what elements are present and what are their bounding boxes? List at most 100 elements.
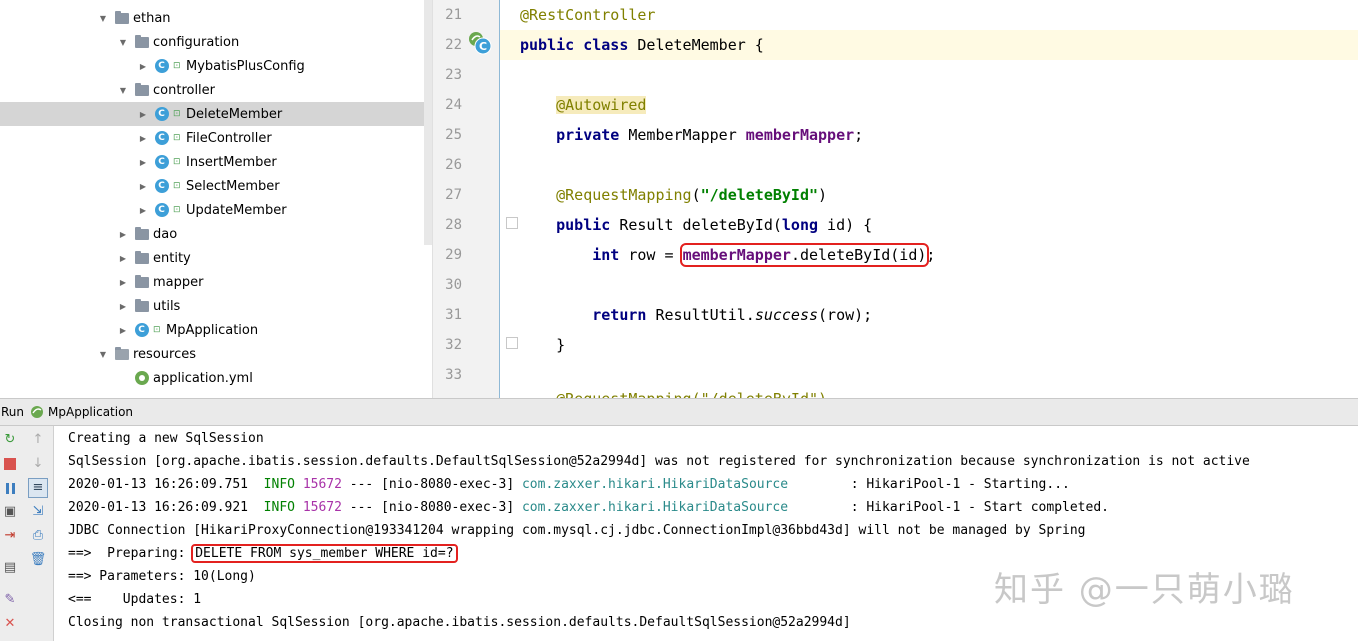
- line-number: 29: [445, 247, 462, 263]
- print-icon[interactable]: ⎙: [30, 528, 46, 544]
- console-line: ==> Preparing: DELETE FROM sys_member WH…: [68, 542, 458, 565]
- folder-icon: [114, 10, 129, 26]
- code-line-22: public class DeleteMember {: [500, 30, 1358, 60]
- soft-wrap-icon[interactable]: ≡: [28, 478, 48, 498]
- log-logger[interactable]: com.zaxxer.hikari.HikariDataSource: [522, 500, 835, 515]
- chevron-right-icon[interactable]: ▶: [138, 158, 148, 167]
- tree-item-configuration[interactable]: ▼ configuration: [0, 30, 432, 54]
- tree-item-controller[interactable]: ▼ controller: [0, 78, 432, 102]
- log-level: INFO: [263, 500, 295, 515]
- method-sig-end: id) {: [818, 216, 873, 234]
- tree-item-dao[interactable]: ▶ dao: [0, 222, 432, 246]
- console-line: ==> Parameters: 10(Long): [68, 569, 256, 584]
- tree-item-mapper[interactable]: ▶ mapper: [0, 270, 432, 294]
- class-badge: C: [154, 179, 169, 193]
- code-line-24: @Autowired: [500, 90, 1358, 120]
- console-line: 2020-01-13 16:26:09.921 INFO 15672 --- […: [68, 496, 1109, 519]
- chevron-down-icon[interactable]: ▼: [98, 350, 108, 359]
- tree-item-entity[interactable]: ▶ entity: [0, 246, 432, 270]
- keyword: int: [592, 246, 620, 264]
- spring-bean-class-icon[interactable]: C: [467, 30, 493, 56]
- chevron-right-icon[interactable]: ▶: [138, 182, 148, 191]
- type: MemberMapper: [619, 126, 746, 144]
- stop-icon[interactable]: [2, 456, 18, 472]
- chevron-right-icon[interactable]: ▶: [138, 134, 148, 143]
- chevron-right-icon[interactable]: ▶: [138, 110, 148, 119]
- class-decl: DeleteMember {: [628, 36, 764, 54]
- chevron-down-icon[interactable]: ▼: [98, 14, 108, 23]
- close-icon[interactable]: ✕: [2, 616, 18, 632]
- tree-item-label: MpApplication: [166, 322, 259, 338]
- chevron-right-icon[interactable]: ▶: [118, 302, 128, 311]
- console-line: JDBC Connection [HikariProxyConnection@1…: [68, 523, 1086, 538]
- line-number: 26: [445, 157, 462, 173]
- folder-icon: [134, 82, 149, 98]
- tree-item-resources[interactable]: ▼ resources: [0, 342, 432, 366]
- keyword: long: [781, 216, 819, 234]
- exit-icon[interactable]: ⇥: [2, 528, 18, 544]
- console-line: <== Updates: 1: [68, 592, 202, 607]
- tree-item-application-yml[interactable]: application.yml: [0, 366, 432, 390]
- tree-item-label: SelectMember: [186, 178, 280, 194]
- pin-icon[interactable]: ✎: [2, 592, 18, 608]
- run-tool-window-header: Run MpApplication: [0, 398, 1358, 426]
- java-class-icon: C: [154, 203, 169, 218]
- log-thread: --- [nio-8080-exec-3]: [341, 500, 522, 515]
- chevron-right-icon[interactable]: ▶: [118, 326, 128, 335]
- yaml-file-icon: [134, 371, 149, 386]
- access-lock-icon: ⊡: [173, 205, 181, 215]
- tree-item-label: configuration: [153, 34, 240, 50]
- scroll-down-icon[interactable]: ↓: [30, 456, 46, 472]
- scroll-to-end-icon[interactable]: ⇲: [30, 504, 46, 520]
- tree-item-label: mapper: [153, 274, 204, 290]
- pause-icon[interactable]: [2, 480, 18, 496]
- log-message: : HikariPool-1 - Start completed.: [835, 500, 1109, 515]
- line-number: 22: [445, 37, 462, 53]
- folder-shape: [114, 346, 129, 360]
- tree-item-ethan[interactable]: ▼ ethan: [0, 6, 432, 30]
- tree-item-mybatisplusconfig[interactable]: ▶ C ⊡ MybatisPlusConfig: [0, 54, 432, 78]
- chevron-down-icon[interactable]: ▼: [118, 86, 128, 95]
- paren: ): [818, 186, 828, 204]
- tree-scrollbar[interactable]: [424, 0, 432, 245]
- console-line: 2020-01-13 16:26:09.751 INFO 15672 --- […: [68, 473, 1070, 496]
- rerun-icon[interactable]: ↻: [2, 432, 18, 448]
- access-lock-icon: ⊡: [173, 157, 181, 167]
- class-badge: C: [154, 131, 169, 145]
- chevron-down-icon[interactable]: ▼: [118, 38, 128, 47]
- chevron-right-icon[interactable]: ▶: [138, 206, 148, 215]
- chevron-right-icon[interactable]: ▶: [118, 278, 128, 287]
- folder-shape: [134, 34, 149, 48]
- tree-item-insertmember[interactable]: ▶ C ⊡ InsertMember: [0, 150, 432, 174]
- chevron-right-icon[interactable]: ▶: [118, 230, 128, 239]
- watermark: 知乎 @一只萌小璐: [994, 570, 1295, 610]
- log-logger[interactable]: com.zaxxer.hikari.HikariDataSource: [522, 477, 835, 492]
- return-expr: ResultUtil.: [646, 306, 755, 324]
- tree-item-utils[interactable]: ▶ utils: [0, 294, 432, 318]
- camera-icon[interactable]: ▣: [2, 504, 18, 520]
- folder-icon: [114, 346, 129, 362]
- chevron-right-icon[interactable]: ▶: [118, 254, 128, 263]
- line-number: 33: [445, 367, 462, 383]
- clear-all-icon[interactable]: 🗑: [30, 552, 47, 568]
- tree-item-selectmember[interactable]: ▶ C ⊡ SelectMember: [0, 174, 432, 198]
- assignment: row =: [619, 246, 683, 264]
- run-config-name[interactable]: MpApplication: [48, 405, 133, 419]
- tree-item-label: InsertMember: [186, 154, 277, 170]
- code-line-29: int row = memberMapper.deleteById(id);: [500, 240, 1358, 270]
- tree-item-label: entity: [153, 250, 191, 266]
- layout-icon[interactable]: ▤: [2, 560, 18, 576]
- tree-item-updatemember[interactable]: ▶ C ⊡ UpdateMember: [0, 198, 432, 222]
- folder-shape: [114, 10, 129, 24]
- tree-item-deletemember[interactable]: ▶ C ⊡ DeleteMember: [0, 102, 432, 126]
- scroll-up-icon[interactable]: ↑: [30, 432, 46, 448]
- tree-item-label: application.yml: [153, 370, 253, 386]
- folder-icon: [134, 226, 149, 242]
- string-literal: "/deleteById": [700, 186, 819, 204]
- class-badge: C: [154, 107, 169, 121]
- folder-icon: [134, 250, 149, 266]
- chevron-right-icon[interactable]: ▶: [138, 62, 148, 71]
- tree-item-mpapplication[interactable]: ▶ C ⊡ MpApplication: [0, 318, 432, 342]
- tree-item-filecontroller[interactable]: ▶ C ⊡ FileController: [0, 126, 432, 150]
- tree-item-label: utils: [153, 298, 181, 314]
